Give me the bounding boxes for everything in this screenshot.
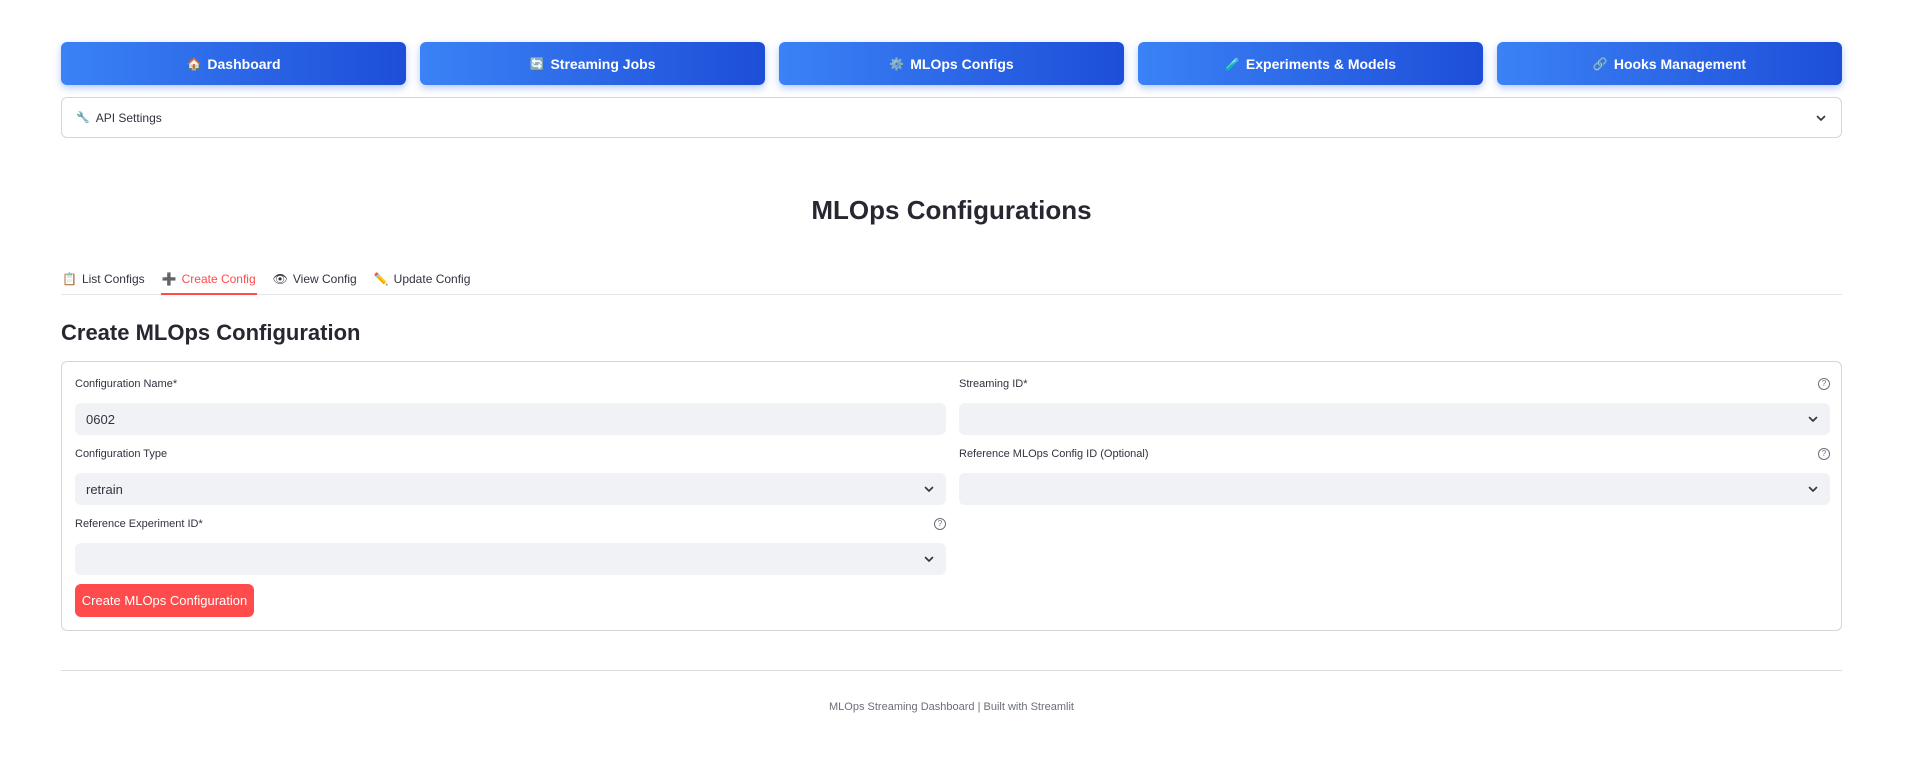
- ref-experiment-select[interactable]: [75, 543, 946, 575]
- field-label-text: Configuration Name*: [75, 378, 178, 390]
- help-icon[interactable]: ?: [1818, 378, 1830, 390]
- nav-button-mlops-configs[interactable]: ⚙️ MLOps Configs: [779, 42, 1124, 85]
- tab-update-config[interactable]: ✏️ Update Config: [373, 264, 472, 294]
- field-label-text: Streaming ID*: [959, 378, 1028, 390]
- nav-button-hooks-management[interactable]: 🔗 Hooks Management: [1497, 42, 1842, 85]
- tab-label: Update Config: [393, 272, 471, 286]
- input-value: 0602: [86, 411, 115, 427]
- select-value: retrain: [86, 481, 123, 497]
- top-nav: 🏠 Dashboard 🔄 Streaming Jobs ⚙️ MLOps Co…: [61, 42, 1842, 85]
- ref-mlops-config-select[interactable]: [959, 473, 1830, 505]
- gear-icon: ⚙️: [889, 56, 905, 71]
- field-label: Reference Experiment ID* ?: [75, 516, 946, 532]
- nav-button-label: Experiments & Models: [1245, 55, 1397, 72]
- nav-button-experiments-models[interactable]: 🧪 Experiments & Models: [1138, 42, 1483, 85]
- chevron-down-icon: [923, 483, 935, 495]
- field-label: Reference MLOps Config ID (Optional) ?: [959, 446, 1830, 462]
- api-settings-expander[interactable]: 🔧 API Settings: [61, 97, 1842, 138]
- field-label: Configuration Name*: [75, 376, 946, 392]
- tab-label: Create Config: [181, 271, 256, 286]
- plus-icon: ➕: [161, 271, 177, 286]
- pencil-icon: ✏️: [373, 272, 389, 286]
- config-name-input[interactable]: 0602: [75, 403, 946, 435]
- streaming-id-select[interactable]: [959, 403, 1830, 435]
- nav-button-dashboard[interactable]: 🏠 Dashboard: [61, 42, 406, 85]
- ref-mlops-config-field: Reference MLOps Config ID (Optional) ?: [959, 446, 1830, 505]
- field-label: Streaming ID* ?: [959, 376, 1830, 392]
- test-tube-icon: 🧪: [1224, 56, 1240, 71]
- create-config-form: Configuration Name* 0602 Streaming ID* ?…: [61, 361, 1842, 631]
- nav-button-label: Dashboard: [207, 55, 281, 72]
- nav-button-label: Streaming Jobs: [550, 55, 656, 72]
- expander-label: API Settings: [95, 110, 162, 125]
- tab-label: List Configs: [81, 272, 145, 286]
- field-label-text: Reference MLOps Config ID (Optional): [959, 448, 1149, 460]
- tab-list-configs[interactable]: 📋 List Configs: [61, 264, 146, 294]
- create-config-button[interactable]: Create MLOps Configuration: [75, 584, 254, 617]
- field-label: Configuration Type: [75, 446, 946, 462]
- clipboard-icon: 📋: [62, 272, 77, 286]
- help-icon[interactable]: ?: [1818, 448, 1830, 460]
- footer-divider: [61, 670, 1842, 671]
- tab-label: View Config: [292, 272, 357, 286]
- link-icon: 🔗: [1592, 56, 1608, 71]
- nav-button-streaming-jobs[interactable]: 🔄 Streaming Jobs: [420, 42, 765, 85]
- field-label-text: Reference Experiment ID*: [75, 518, 203, 530]
- chevron-down-icon: [1815, 112, 1827, 124]
- config-type-field: Configuration Type retrain: [75, 446, 946, 505]
- nav-button-label: Hooks Management: [1613, 55, 1747, 72]
- chevron-down-icon: [1807, 483, 1819, 495]
- tab-bar: 📋 List Configs ➕ Create Config 👁 View Co…: [61, 264, 1842, 295]
- home-icon: 🏠: [186, 56, 202, 71]
- config-name-field: Configuration Name* 0602: [75, 376, 946, 435]
- footer-text: MLOps Streaming Dashboard | Built with S…: [829, 701, 1074, 713]
- ref-experiment-field: Reference Experiment ID* ?: [75, 516, 946, 575]
- wrench-icon: 🔧: [76, 112, 90, 124]
- page-title: MLOps Configurations: [811, 195, 1092, 225]
- config-type-select[interactable]: retrain: [75, 473, 946, 505]
- streaming-id-field: Streaming ID* ?: [959, 376, 1830, 435]
- help-icon[interactable]: ?: [934, 518, 946, 530]
- section-title: Create MLOps Configuration: [61, 320, 361, 345]
- field-label-text: Configuration Type: [75, 448, 168, 460]
- chevron-down-icon: [923, 553, 935, 565]
- refresh-icon: 🔄: [529, 56, 545, 71]
- tab-create-config[interactable]: ➕ Create Config: [160, 264, 257, 295]
- tab-view-config[interactable]: 👁 View Config: [272, 264, 358, 294]
- chevron-down-icon: [1807, 413, 1819, 425]
- nav-button-label: MLOps Configs: [910, 55, 1014, 72]
- eye-icon: 👁: [272, 272, 288, 286]
